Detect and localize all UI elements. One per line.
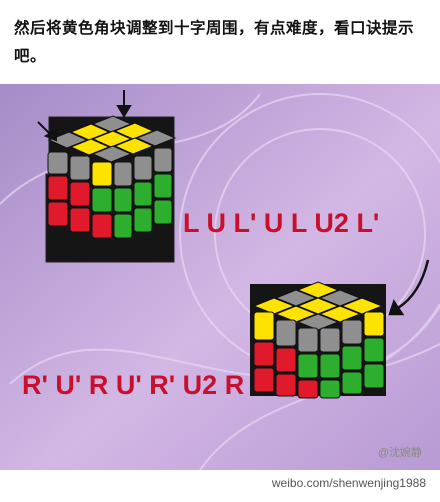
algorithm-1-text: L U L' U L U2 L': [183, 208, 379, 238]
caption-text: 然后将黄色角块调整到十字周围，有点难度，看口诀提示吧。: [14, 19, 415, 65]
weibo-handle: @沈婉静: [377, 447, 422, 459]
cube-1-right-face: [113, 147, 173, 239]
footer-bar: @沈婉静 weibo.com/shenwenjing1988: [0, 447, 440, 502]
illustration-panel: L U L' U L U2 L' R' U' R U' R' U2 R: [0, 84, 440, 470]
watermark-url: weibo.com/shenwenjing1988: [271, 476, 426, 490]
cube-1-left-face: [47, 151, 113, 239]
algorithm-2-text: R' U' R U' R' U2 R: [22, 370, 244, 400]
cube-illustration: L U L' U L U2 L' R' U' R U' R' U2 R: [0, 84, 440, 470]
